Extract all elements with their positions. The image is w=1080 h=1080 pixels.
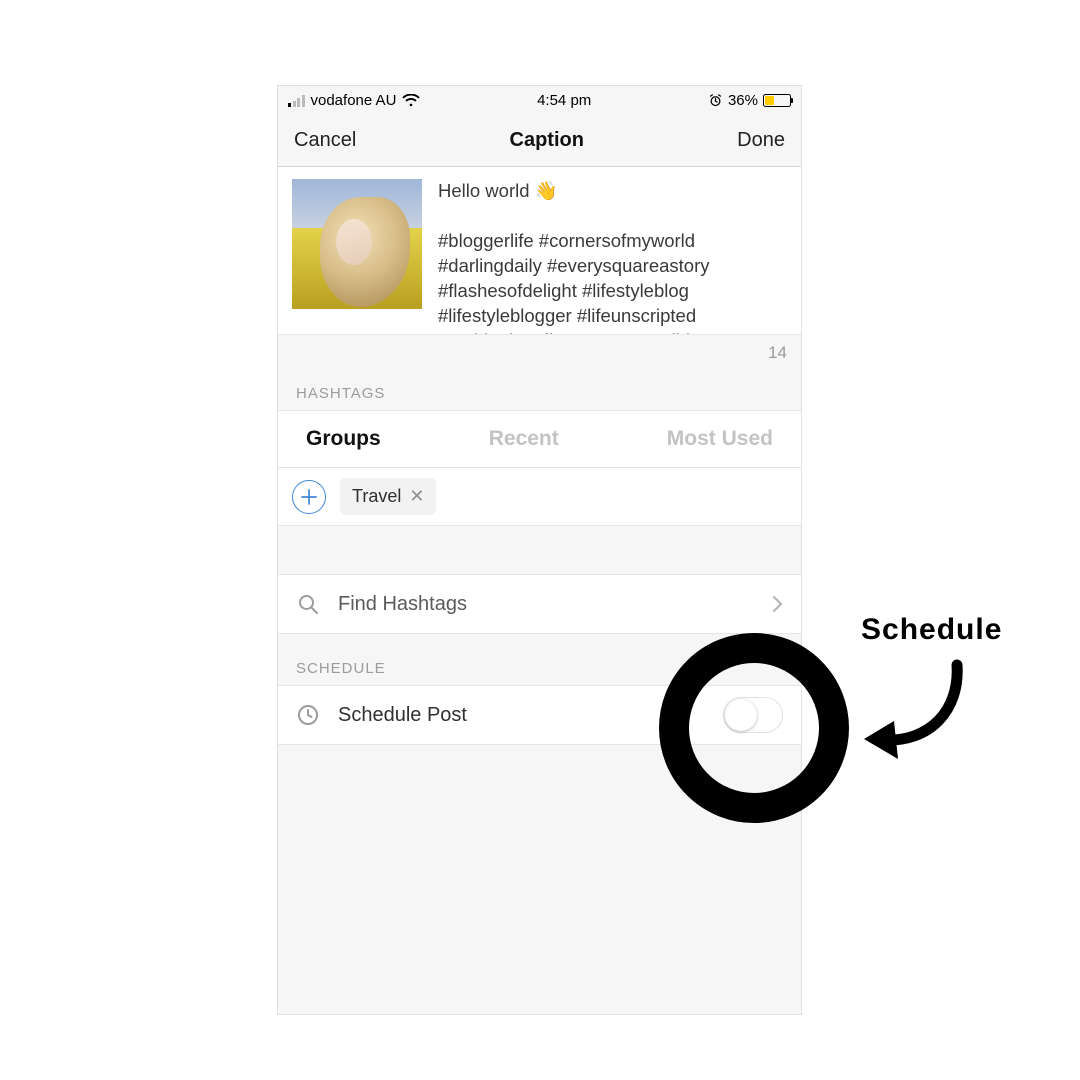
find-hashtags-row[interactable]: Find Hashtags [278,574,801,634]
spacer [278,526,801,574]
page-title: Caption [510,129,584,152]
tab-most-used[interactable]: Most Used [667,427,773,451]
annotation-label: Schedule [861,613,1002,647]
hashtags-section-label: HASHTAGS [278,375,801,410]
search-icon [296,592,320,616]
carrier-label: vodafone AU [311,92,397,109]
signal-icon [288,94,305,107]
alarm-icon [708,93,723,108]
hashtag-count: 14 [768,343,787,363]
counter-row: 14 [278,335,801,375]
annotation-arrow-icon [852,655,972,765]
tab-recent[interactable]: Recent [489,427,559,451]
chip-travel[interactable]: Travel ✕ [340,478,436,515]
chevron-right-icon [771,595,783,613]
schedule-section-label: SCHEDULE [278,634,801,685]
schedule-post-row: Schedule Post [278,685,801,745]
status-time: 4:54 pm [537,92,591,109]
nav-bar: Cancel Caption Done [278,114,801,167]
add-group-button[interactable] [292,480,326,514]
tab-groups[interactable]: Groups [306,427,381,451]
close-icon[interactable]: ✕ [409,486,424,507]
clock-icon [296,703,320,727]
cancel-button[interactable]: Cancel [294,129,356,152]
hashtag-tabs: Groups Recent Most Used [278,410,801,468]
hashtag-groups-row: Travel ✕ [278,468,801,526]
post-thumbnail[interactable] [292,179,422,309]
find-hashtags-label: Find Hashtags [338,593,753,616]
done-button[interactable]: Done [737,129,785,152]
status-left: vodafone AU [288,92,420,109]
battery-pct: 36% [728,92,758,109]
chip-label: Travel [352,486,401,507]
schedule-toggle[interactable] [723,697,783,733]
wifi-icon [402,94,420,107]
status-bar: vodafone AU 4:54 pm 36% [278,86,801,114]
caption-area: Hello world 👋 #bloggerlife #cornersofmyw… [278,167,801,335]
schedule-post-label: Schedule Post [338,704,705,727]
caption-input[interactable]: Hello world 👋 #bloggerlife #cornersofmyw… [438,179,787,334]
phone-frame: vodafone AU 4:54 pm 36% Cancel Caption D… [277,85,802,1015]
status-right: 36% [708,92,791,109]
battery-icon [763,94,791,107]
